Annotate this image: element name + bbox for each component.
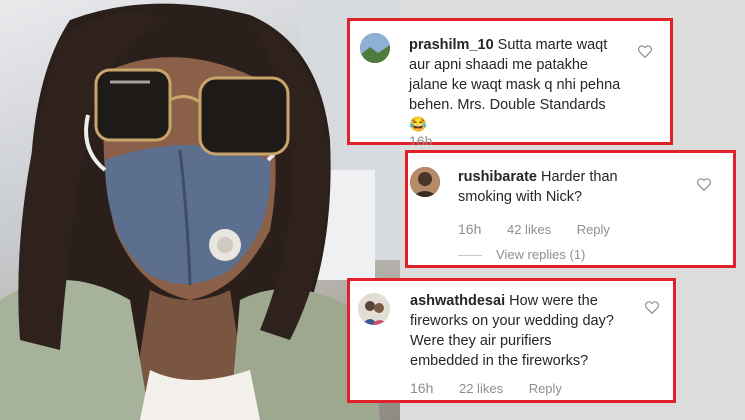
view-replies-link[interactable]: View replies (1) xyxy=(458,247,585,262)
heart-icon[interactable] xyxy=(645,301,659,314)
comment-card-2: rushibarate Harder than smoking with Nic… xyxy=(405,150,736,268)
comment-time: 16h xyxy=(458,221,482,237)
reply-button[interactable]: Reply xyxy=(529,381,562,396)
likes-count[interactable]: 42 likes xyxy=(507,222,551,237)
comment-text-line: Sutta marte waqt xyxy=(497,37,608,53)
reply-button[interactable]: Reply xyxy=(577,222,610,237)
comment-text-line: embedded in the fireworks? xyxy=(410,353,589,369)
heart-icon[interactable] xyxy=(697,178,711,191)
landscape-avatar-icon[interactable] xyxy=(360,33,390,63)
comment-text-line: smoking with Nick? xyxy=(458,189,583,205)
comment-username[interactable]: rushibarate xyxy=(458,169,537,185)
comment-text-line: Were they air purifiers xyxy=(410,333,552,349)
comment-card-1: prashilm_10 Sutta marte waqt aur apni sh… xyxy=(347,18,673,145)
photo-illustration xyxy=(0,0,400,420)
comment-text-line: fireworks on your wedding day? xyxy=(410,313,614,329)
comment-text-line: Harder than xyxy=(541,169,618,185)
comment-text-line: aur apni shaadi me patakhe xyxy=(409,57,588,73)
comment-time: 16h xyxy=(410,380,434,396)
view-replies-label: View replies (1) xyxy=(496,247,586,262)
comment-username[interactable]: prashilm_10 xyxy=(409,37,494,53)
masked-woman-photo xyxy=(0,0,400,420)
person-avatar-icon[interactable] xyxy=(410,167,440,197)
couple-avatar-icon[interactable] xyxy=(358,293,390,325)
comment-text-line: jalane ke waqt mask q nhi pehna xyxy=(409,77,621,93)
laughing-emoji: 😂 xyxy=(409,117,428,133)
comment-card-3: ashwathdesai How were the fireworks on y… xyxy=(347,278,676,403)
likes-count[interactable]: 22 likes xyxy=(459,381,503,396)
comment-meta: 16h 42 likes Reply xyxy=(458,221,632,237)
comment-time: 16h xyxy=(409,133,433,145)
replies-divider xyxy=(458,255,482,257)
comment-text-line: behen. Mrs. Double Standards xyxy=(409,97,606,113)
comment-meta: 16h xyxy=(409,133,454,145)
heart-icon[interactable] xyxy=(638,45,652,58)
comment-username[interactable]: ashwathdesai xyxy=(410,293,505,309)
comment-text-line: How were the xyxy=(509,293,598,309)
comment-meta: 16h 22 likes Reply xyxy=(410,380,584,396)
